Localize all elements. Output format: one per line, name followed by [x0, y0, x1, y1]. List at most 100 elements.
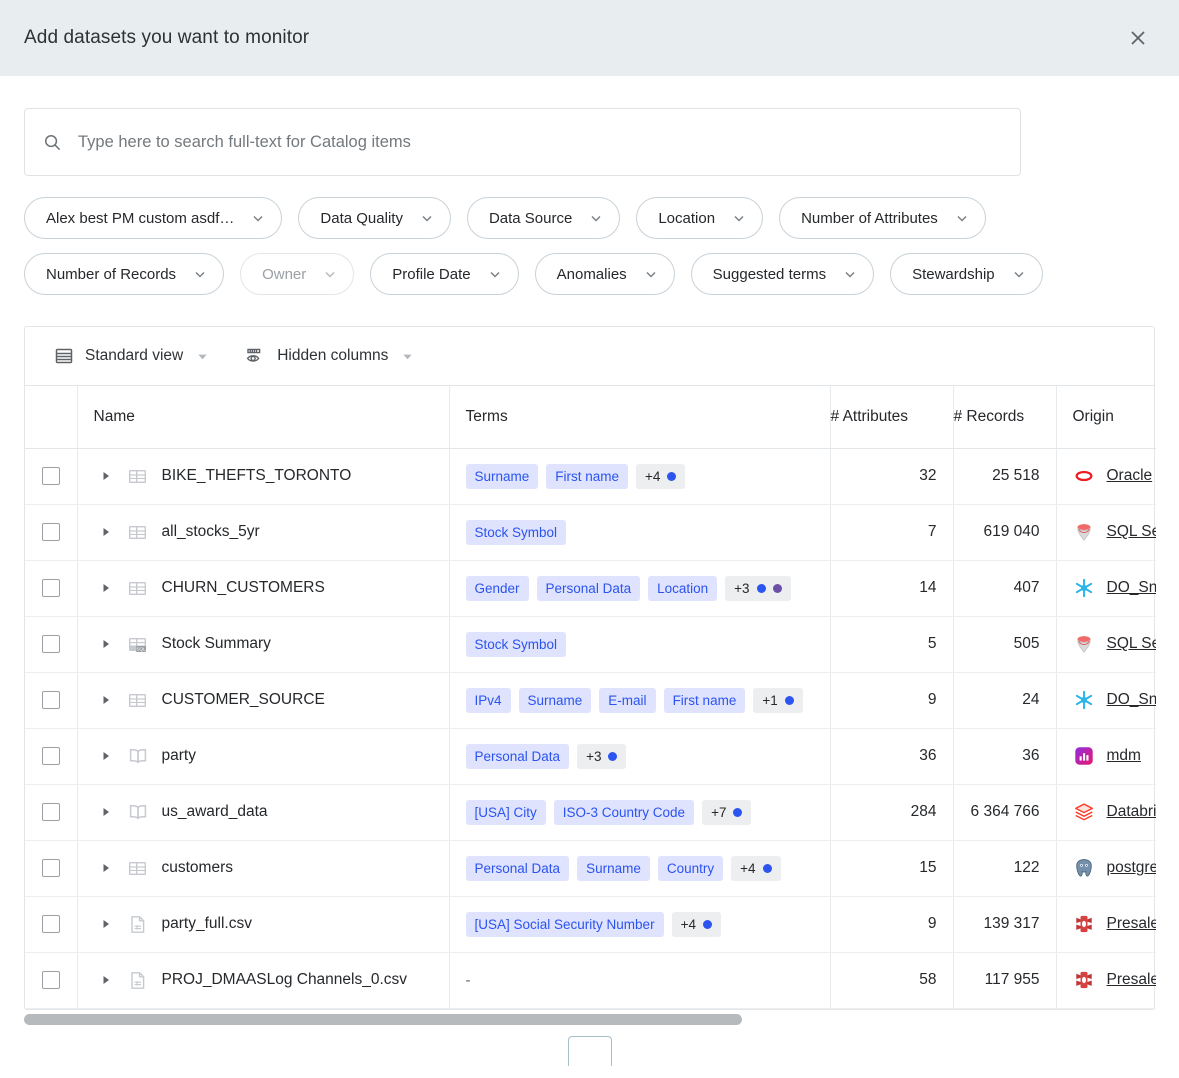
table-row[interactable]: SQLStock SummaryStock Symbol5505SQL Serv…	[25, 616, 1156, 672]
term-tag[interactable]: Surname	[519, 688, 592, 713]
search-bar[interactable]	[24, 108, 1021, 176]
row-expand-icon[interactable]	[92, 582, 120, 594]
term-tag[interactable]: IPv4	[466, 688, 511, 713]
table-row[interactable]: CHURN_CUSTOMERS Gender Personal Data Locati…	[25, 560, 1156, 616]
term-tag[interactable]: First name	[664, 688, 746, 713]
filter-chip-saved-view[interactable]: Alex best PM custom asdf…	[24, 197, 282, 239]
hidden-columns-selector[interactable]: Hidden columns	[245, 346, 414, 367]
row-checkbox[interactable]	[42, 971, 60, 989]
table-row[interactable]: CUSTOMER_SOURCE IPv4 Surname E-mail First na…	[25, 672, 1156, 728]
filter-chip-stewardship[interactable]: Stewardship	[890, 253, 1043, 295]
dataset-name[interactable]: BIKE_THEFTS_TORONTO	[162, 467, 352, 485]
dataset-name[interactable]: Stock Summary	[162, 635, 271, 653]
origin-link[interactable]: DO_Snowflake	[1107, 691, 1157, 709]
term-overflow-badge[interactable]: +4	[636, 464, 685, 489]
dataset-name[interactable]: all_stocks_5yr	[162, 523, 260, 541]
row-checkbox[interactable]	[42, 691, 60, 709]
table-icon	[127, 522, 148, 543]
term-overflow-badge[interactable]: +7	[702, 800, 751, 825]
term-overflow-badge[interactable]: +3	[577, 744, 626, 769]
dataset-name[interactable]: PROJ_DMAASLog Channels_0.csv	[162, 971, 408, 989]
column-header-name[interactable]: Name	[77, 386, 449, 448]
origin-link[interactable]: SQL Server	[1107, 635, 1157, 653]
table-row[interactable]: party_full.csv [USA] Social Security Numb…	[25, 896, 1156, 952]
column-header-records[interactable]: # Records	[953, 386, 1056, 448]
pagination-page-button[interactable]	[568, 1036, 612, 1066]
table-row[interactable]: customersPersonal DataSurnameCountry+415…	[25, 840, 1156, 896]
term-tag[interactable]: [USA] Social Security Number	[466, 912, 664, 937]
row-expand-icon[interactable]	[92, 526, 120, 538]
close-button[interactable]	[1121, 21, 1155, 55]
horizontal-scrollbar-thumb[interactable]	[24, 1014, 742, 1025]
row-checkbox[interactable]	[42, 467, 60, 485]
row-checkbox[interactable]	[42, 635, 60, 653]
row-checkbox[interactable]	[42, 915, 60, 933]
filter-chip-owner[interactable]: Owner	[240, 253, 354, 295]
term-tag[interactable]: Gender	[466, 576, 529, 601]
column-header-terms[interactable]: Terms	[449, 386, 830, 448]
column-header-attributes[interactable]: # Attributes	[830, 386, 953, 448]
filter-chip-number-of-attributes[interactable]: Number of Attributes	[779, 197, 986, 239]
origin-link[interactable]: mdm	[1107, 747, 1141, 765]
table-row[interactable]: partyPersonal Data+33636mdm	[25, 728, 1156, 784]
dataset-name[interactable]: customers	[162, 859, 234, 877]
row-checkbox[interactable]	[42, 859, 60, 877]
dataset-name[interactable]: CUSTOMER_SOURCE	[162, 691, 325, 709]
filter-chip-profile-date[interactable]: Profile Date	[370, 253, 518, 295]
horizontal-scrollbar[interactable]	[24, 1012, 1155, 1026]
term-tag[interactable]: Personal Data	[466, 744, 570, 769]
origin-link[interactable]: Presales	[1107, 971, 1157, 989]
term-overflow-badge[interactable]: +1	[753, 688, 802, 713]
row-checkbox[interactable]	[42, 579, 60, 597]
origin-link[interactable]: postgres	[1107, 859, 1157, 877]
table-row[interactable]: all_stocks_5yrStock Symbol7619 040SQL Se…	[25, 504, 1156, 560]
dataset-name[interactable]: party_full.csv	[162, 915, 252, 933]
filter-chip-suggested-terms[interactable]: Suggested terms	[691, 253, 874, 295]
term-tag[interactable]: Country	[658, 856, 723, 881]
row-expand-icon[interactable]	[92, 806, 120, 818]
filter-chip-location[interactable]: Location	[636, 197, 763, 239]
dataset-name[interactable]: CHURN_CUSTOMERS	[162, 579, 325, 597]
filter-chip-number-of-records[interactable]: Number of Records	[24, 253, 224, 295]
term-tag[interactable]: [USA] City	[466, 800, 546, 825]
row-expand-icon[interactable]	[92, 918, 120, 930]
table-row[interactable]: BIKE_THEFTS_TORONTOSurnameFirst name+432…	[25, 448, 1156, 504]
dataset-name[interactable]: party	[162, 747, 196, 765]
origin-link[interactable]: SQL Server	[1107, 523, 1157, 541]
term-tag[interactable]: Surname	[577, 856, 650, 881]
filter-chip-anomalies[interactable]: Anomalies	[535, 253, 675, 295]
term-overflow-badge[interactable]: +4	[672, 912, 721, 937]
term-tag[interactable]: E-mail	[599, 688, 655, 713]
row-checkbox[interactable]	[42, 803, 60, 821]
filter-chip-data-source[interactable]: Data Source	[467, 197, 620, 239]
row-expand-icon[interactable]	[92, 750, 120, 762]
row-expand-icon[interactable]	[92, 638, 120, 650]
term-tag[interactable]: Surname	[466, 464, 539, 489]
table-row[interactable]: us_award_data [USA] City ISO-3 Country Cod…	[25, 784, 1156, 840]
row-expand-icon[interactable]	[92, 862, 120, 874]
origin-link[interactable]: Oracle	[1107, 467, 1153, 485]
term-tag[interactable]: Personal Data	[466, 856, 570, 881]
origin-link[interactable]: Databricks	[1107, 803, 1157, 821]
term-tag[interactable]: Stock Symbol	[466, 632, 567, 657]
row-expand-icon[interactable]	[92, 694, 120, 706]
term-tag[interactable]: Stock Symbol	[466, 520, 567, 545]
origin-link[interactable]: Presales	[1107, 915, 1157, 933]
standard-view-selector[interactable]: Standard view	[54, 346, 209, 366]
term-overflow-badge[interactable]: +4	[731, 856, 780, 881]
term-overflow-badge[interactable]: +3	[725, 576, 790, 601]
column-header-origin[interactable]: Origin	[1056, 386, 1156, 448]
term-tag[interactable]: First name	[546, 464, 628, 489]
term-tag[interactable]: ISO-3 Country Code	[554, 800, 694, 825]
row-checkbox[interactable]	[42, 523, 60, 541]
row-expand-icon[interactable]	[92, 470, 120, 482]
filter-chip-data-quality[interactable]: Data Quality	[298, 197, 451, 239]
table-row[interactable]: PROJ_DMAASLog Channels_0.csv-58117 955Pr…	[25, 952, 1156, 1008]
search-input[interactable]	[76, 132, 1002, 153]
row-checkbox[interactable]	[42, 747, 60, 765]
term-tag[interactable]: Location	[648, 576, 717, 601]
term-tag[interactable]: Personal Data	[537, 576, 641, 601]
dataset-name[interactable]: us_award_data	[162, 803, 268, 821]
origin-link[interactable]: DO_Snowflake	[1107, 579, 1157, 597]
row-expand-icon[interactable]	[92, 974, 120, 986]
